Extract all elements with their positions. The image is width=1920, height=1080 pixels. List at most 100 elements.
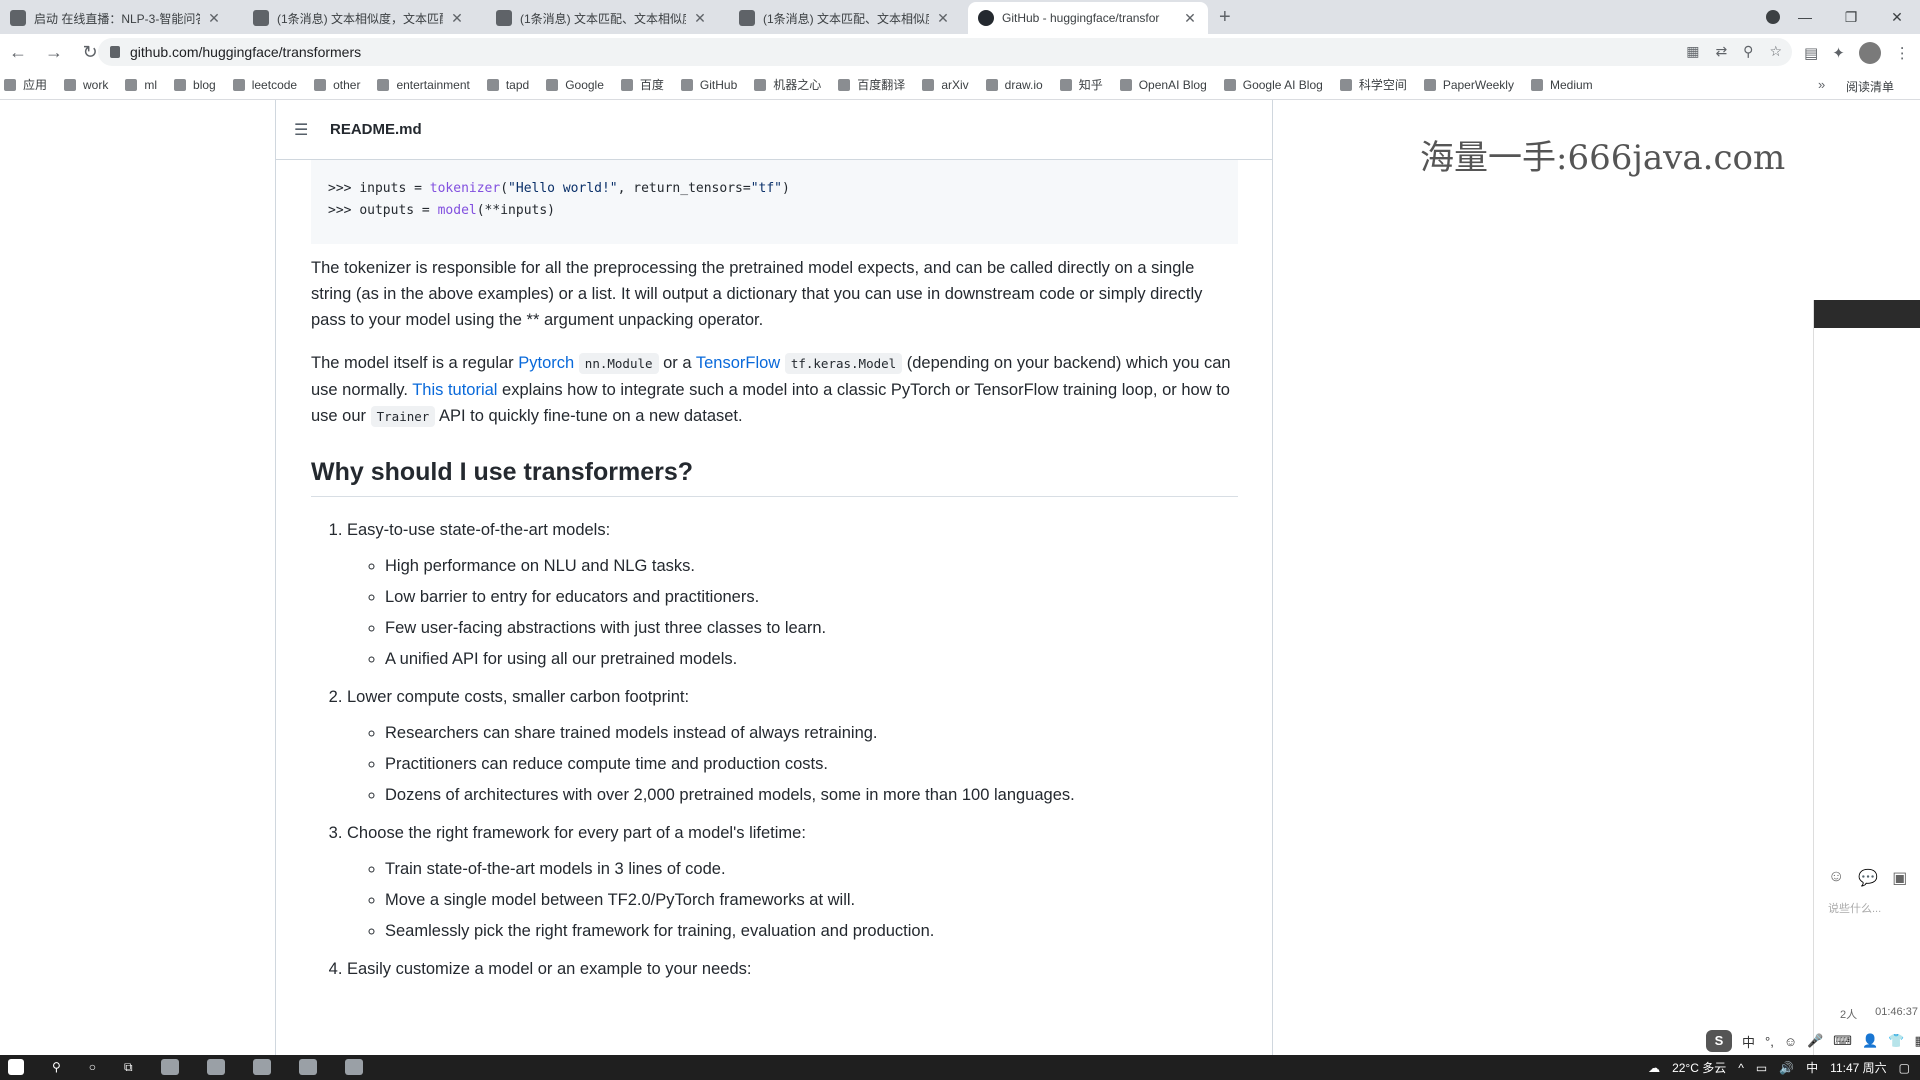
bookmarks-overflow-icon[interactable]: » <box>1818 77 1825 92</box>
translate-icon[interactable]: ⇄ <box>1715 43 1727 60</box>
pycharm-icon[interactable] <box>298 1059 317 1075</box>
bookmark-star-icon[interactable]: ☆ <box>1769 43 1782 60</box>
text: API to quickly fine-tune on a new datase… <box>435 407 743 425</box>
back-icon[interactable]: ← <box>0 42 36 63</box>
bookmark-item[interactable]: 百度翻译 <box>838 76 905 93</box>
image-icon[interactable]: ▣ <box>1892 868 1907 888</box>
browser-tab-1[interactable]: 启动 在线直播：NLP-3-智能问答 ✕ <box>0 2 232 34</box>
forward-icon[interactable]: → <box>36 42 72 63</box>
chat-input[interactable]: 说些什么... <box>1828 900 1881 916</box>
table-of-contents-icon[interactable]: ☰ <box>294 120 310 140</box>
tab-title: GitHub - huggingface/transfor <box>1002 11 1160 25</box>
profile-avatar[interactable] <box>1858 42 1881 64</box>
new-tab-icon[interactable]: + <box>1219 6 1231 29</box>
reading-list-button[interactable]: 阅读清单 <box>1846 78 1894 95</box>
bookmark-folder-icon <box>64 78 77 91</box>
ime-indicator[interactable]: 中 <box>1806 1059 1818 1076</box>
microphone-icon[interactable]: 🎤 <box>1807 1033 1823 1049</box>
section-heading[interactable]: Why should I use transformers? <box>311 456 1238 497</box>
speech-bubble-icon[interactable]: 💬 <box>1858 868 1878 888</box>
chrome-icon[interactable] <box>160 1059 179 1075</box>
bookmark-folder-icon <box>754 78 767 91</box>
restore-icon[interactable]: ❐ <box>1828 0 1874 34</box>
bookmark-item[interactable]: Google <box>546 78 604 92</box>
clock[interactable]: 11:47 周六 <box>1830 1059 1886 1076</box>
user-icon[interactable]: 👤 <box>1862 1033 1878 1049</box>
extension-icon[interactable]: ▤ <box>1804 44 1818 62</box>
bookmark-label: Google AI Blog <box>1242 77 1323 92</box>
browser-tab-active[interactable]: GitHub - huggingface/transfor ✕ <box>968 2 1208 34</box>
volume-icon[interactable]: 🔊 <box>1779 1061 1794 1075</box>
bookmark-label: ml <box>144 77 158 92</box>
ime-language[interactable]: 中 <box>1742 1032 1755 1051</box>
task-view-icon[interactable]: ⧉ <box>124 1060 133 1075</box>
minimize-icon[interactable]: — <box>1782 0 1828 34</box>
close-tab-icon[interactable]: ✕ <box>449 10 465 27</box>
browser-tab-3[interactable]: (1条消息) 文本匹配、文本相似度 ✕ <box>486 2 718 34</box>
bookmark-item[interactable]: other <box>314 78 360 92</box>
app-icon[interactable] <box>344 1059 363 1075</box>
qr-code-icon[interactable]: ▦ <box>1686 43 1699 60</box>
browser-tab-4[interactable]: (1条消息) 文本匹配、文本相似度 ✕ <box>729 2 961 34</box>
tutorial-link[interactable]: This tutorial <box>412 381 497 399</box>
shirt-icon[interactable]: 👕 <box>1888 1033 1904 1049</box>
menu-kebab-icon[interactable]: ⋮ <box>1895 44 1910 62</box>
bookmark-item[interactable]: 科学空间 <box>1339 76 1407 93</box>
search-icon[interactable]: ⚲ <box>52 1060 61 1074</box>
bookmark-item[interactable]: draw.io <box>985 78 1043 92</box>
puzzle-icon[interactable]: ✦ <box>1832 44 1845 62</box>
cortana-icon[interactable]: ○ <box>89 1060 96 1074</box>
bookmark-folder-icon <box>546 78 559 91</box>
code-token: inputs <box>359 181 407 196</box>
bookmark-item[interactable]: 百度 <box>620 76 664 93</box>
tab-title: (1条消息) 文本匹配、文本相似度 <box>763 11 929 26</box>
file-explorer-icon[interactable] <box>206 1059 225 1075</box>
network-icon[interactable]: ▭ <box>1756 1061 1767 1075</box>
bookmark-item[interactable]: work <box>64 78 108 92</box>
sogou-icon[interactable]: S <box>1706 1030 1732 1052</box>
address-bar[interactable]: github.com/huggingface/transformers ▦ ⇄ … <box>98 38 1792 66</box>
bookmark-item[interactable]: ml <box>125 78 157 92</box>
keyboard-icon[interactable]: ⌨ <box>1833 1033 1852 1049</box>
lock-icon <box>110 46 120 58</box>
bookmark-item[interactable]: 知乎 <box>1059 76 1103 93</box>
emoji-ime-icon[interactable]: ☺ <box>1784 1034 1797 1049</box>
punctuation-icon[interactable]: °, <box>1765 1034 1774 1049</box>
weather-text[interactable]: 22°C 多云 <box>1672 1059 1726 1076</box>
bookmark-item[interactable]: Google AI Blog <box>1223 77 1323 92</box>
chevron-up-icon[interactable]: ^ <box>1738 1061 1744 1075</box>
close-tab-icon[interactable]: ✕ <box>206 10 222 27</box>
bookmark-label: entertainment <box>396 77 470 92</box>
bookmark-item[interactable]: Medium <box>1530 78 1593 92</box>
bookmark-item[interactable]: GitHub <box>680 78 737 92</box>
code-token: "tf" <box>750 181 782 196</box>
tensorflow-link[interactable]: TensorFlow <box>696 354 780 372</box>
bookmark-item[interactable]: entertainment <box>377 77 470 92</box>
bookmark-item[interactable]: blog <box>174 78 216 92</box>
bookmark-item[interactable]: 应用 <box>4 76 47 93</box>
close-window-icon[interactable]: ✕ <box>1874 0 1920 34</box>
bookmark-label: 科学空间 <box>1358 78 1407 92</box>
bookmark-item[interactable]: 机器之心 <box>754 76 821 93</box>
bookmark-folder-icon <box>1530 78 1543 91</box>
bookmark-item[interactable]: tapd <box>486 78 529 92</box>
grid-icon[interactable]: ▦ <box>1914 1033 1920 1049</box>
close-tab-icon[interactable]: ✕ <box>935 10 951 27</box>
tab-search-icon[interactable] <box>1766 10 1780 24</box>
reason-sublist: Researchers can share trained models ins… <box>347 720 1238 808</box>
app-icon[interactable] <box>252 1059 271 1075</box>
bookmark-item[interactable]: leetcode <box>232 78 297 92</box>
browser-tab-2[interactable]: (1条消息) 文本相似度，文本匹配 ✕ <box>243 2 475 34</box>
emoji-icon[interactable]: ☺ <box>1828 868 1844 888</box>
notification-icon[interactable]: ▢ <box>1899 1061 1910 1075</box>
bookmark-item[interactable]: arXiv <box>922 78 969 92</box>
windows-start-icon[interactable] <box>8 1059 24 1075</box>
bookmark-folder-icon <box>680 78 693 91</box>
bookmark-folder-icon <box>1339 78 1352 91</box>
bookmark-item[interactable]: PaperWeekly <box>1423 78 1514 92</box>
close-tab-icon[interactable]: ✕ <box>692 10 708 27</box>
pytorch-link[interactable]: Pytorch <box>518 354 574 372</box>
close-tab-icon[interactable]: ✕ <box>1182 10 1198 27</box>
zoom-icon[interactable]: ⚲ <box>1743 43 1753 60</box>
bookmark-item[interactable]: OpenAI Blog <box>1119 78 1207 92</box>
